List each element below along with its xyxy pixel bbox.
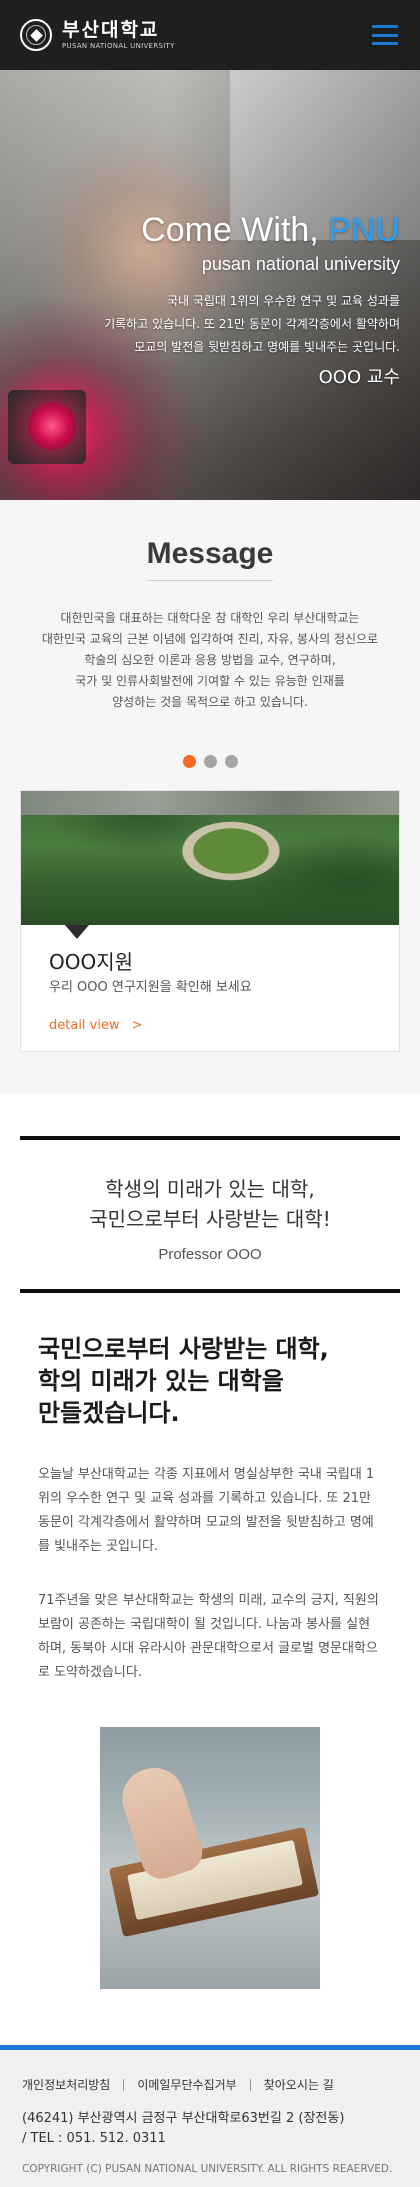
- chevron-right-icon: >: [131, 1018, 143, 1033]
- logo-name-ko: 부산대학교: [62, 19, 160, 41]
- hamburger-menu-icon[interactable]: [372, 25, 398, 45]
- message-line: 학술의 심오한 이론과 응용 방법을 교수, 연구하며,: [84, 653, 336, 667]
- quote-block: 학생의 미래가 있는 대학, 국민으로부터 사랑받는 대학! Professor…: [20, 1136, 400, 1293]
- menu-bar: [372, 25, 398, 28]
- email-collection-refusal-link[interactable]: 이메일무단수집거부: [137, 2076, 236, 2093]
- site-header: 부산대학교 PUSAN NATIONAL UNIVERSITY: [0, 0, 420, 70]
- footer-links: 개인정보처리방침 이메일무단수집거부 찾아오시는 길: [22, 2076, 398, 2093]
- hero-title-accent: PNU: [328, 211, 400, 249]
- quote-line: 학생의 미래가 있는 대학,: [105, 1177, 315, 1201]
- hero-description: 국내 국립대 1위의 우수한 연구 및 교육 성과를 기록하고 있습니다. 또 …: [104, 290, 400, 359]
- footer-divider: [123, 2078, 125, 2091]
- message-section: Message 대한민국을 대표하는 대학다운 참 대학인 우리 부산대학교는 …: [0, 500, 420, 1094]
- privacy-policy-link[interactable]: 개인정보처리방침: [22, 2076, 110, 2093]
- logo-text: 부산대학교 PUSAN NATIONAL UNIVERSITY: [62, 20, 175, 50]
- card-title: OOO지원: [49, 950, 134, 974]
- article-heading-line: 국민으로부터 사랑받는 대학,: [38, 1335, 329, 1363]
- carousel-dot-3[interactable]: [224, 755, 238, 768]
- article-paragraph: 71주년을 맞은 부산대학교는 학생의 미래, 교수의 긍지, 직원의 보람이 …: [38, 1593, 379, 1680]
- article-paragraph: 오늘날 부산대학교는 각종 지표에서 명실상부한 국내 국립대 1위의 우수한 …: [38, 1467, 375, 1554]
- site-footer: 개인정보처리방침 이메일무단수집거부 찾아오시는 길 (46241) 부산광역시…: [0, 2045, 420, 2187]
- hero-laser-glow: [28, 402, 76, 450]
- message-line: 대한민국을 대표하는 대학다운 참 대학인 우리 부산대학교는: [60, 611, 360, 625]
- quote-author: Professor OOO: [158, 1246, 262, 1263]
- menu-bar: [372, 33, 398, 37]
- footer-address-line: (46241) 부산광역시 금정구 부산대학로63번길 2 (장전동): [22, 2111, 345, 2126]
- hero-author: OOO 교수: [318, 367, 400, 388]
- article-section: 국민으로부터 사랑받는 대학, 학의 미래가 있는 대학을 만들겠습니다. 오늘…: [0, 1293, 420, 2029]
- card-description: 우리 OOO 연구지원을 확인해 보세요: [49, 980, 252, 995]
- hero-banner: Come With, PNU pusan national university…: [0, 70, 420, 500]
- message-line: 대한민국 교육의 근본 이념에 입각하여 진리, 자유, 봉사의 정신으로: [41, 632, 379, 646]
- detail-view-label: detail view: [49, 1018, 120, 1033]
- message-line: 국가 및 인류사회발전에 기여할 수 있는 유능한 인재를: [75, 674, 345, 688]
- reading-hand: [114, 1760, 208, 1884]
- site-logo[interactable]: 부산대학교 PUSAN NATIONAL UNIVERSITY: [20, 19, 175, 51]
- hero-title: Come With, PNU: [104, 210, 400, 250]
- message-body: 대한민국을 대표하는 대학다운 참 대학인 우리 부산대학교는 대한민국 교육의…: [20, 608, 400, 713]
- logo-name-en: PUSAN NATIONAL UNIVERSITY: [62, 42, 175, 50]
- message-line: 양성하는 것을 목적으로 하고 있습니다.: [112, 695, 308, 709]
- message-title: Message: [146, 535, 274, 581]
- quote-section: 학생의 미래가 있는 대학, 국민으로부터 사랑받는 대학! Professor…: [0, 1094, 420, 1293]
- hero-title-prefix: Come With,: [141, 211, 329, 249]
- carousel-dot-1[interactable]: [182, 755, 196, 768]
- article-heading-line: 학의 미래가 있는 대학을: [38, 1367, 284, 1395]
- hero-content: Come With, PNU pusan national university…: [104, 210, 400, 391]
- reading-book-image: [100, 1727, 320, 1989]
- article-heading-line: 만들겠습니다.: [38, 1399, 180, 1427]
- hero-desc-line: 국내 국립대 1위의 우수한 연구 및 교육 성과를: [166, 294, 400, 308]
- hero-desc-line: 기록하고 있습니다. 또 21만 동문이 각계각층에서 활약하며: [104, 317, 400, 331]
- footer-divider: [249, 2078, 251, 2091]
- carousel-dot-2[interactable]: [203, 755, 217, 768]
- carousel-dots: [20, 755, 400, 768]
- university-seal-icon: [20, 19, 52, 51]
- footer-tel-line: / TEL : 051. 512. 0311: [22, 2131, 166, 2146]
- hero-subtitle: pusan national university: [201, 254, 400, 274]
- card-body: OOO지원 우리 OOO 연구지원을 확인해 보세요 detail view >: [21, 925, 399, 1051]
- quote-line: 국민으로부터 사랑받는 대학!: [89, 1207, 331, 1231]
- footer-copyright: COPYRIGHT (C) PUSAN NATIONAL UNIVERSITY.…: [22, 2163, 393, 2175]
- detail-view-link[interactable]: detail view >: [49, 1018, 143, 1033]
- menu-bar: [372, 42, 398, 45]
- support-card: OOO지원 우리 OOO 연구지원을 확인해 보세요 detail view >: [20, 790, 400, 1052]
- footer-address: (46241) 부산광역시 금정구 부산대학로63번길 2 (장전동) / TE…: [22, 2109, 398, 2149]
- campus-aerial-image: [21, 791, 399, 925]
- directions-link[interactable]: 찾아오시는 길: [264, 2076, 334, 2093]
- hero-desc-line: 모교의 발전을 뒷받침하고 명예를 빛내주는 곳입니다.: [134, 340, 400, 354]
- article-heading: 국민으로부터 사랑받는 대학, 학의 미래가 있는 대학을 만들겠습니다.: [38, 1333, 382, 1429]
